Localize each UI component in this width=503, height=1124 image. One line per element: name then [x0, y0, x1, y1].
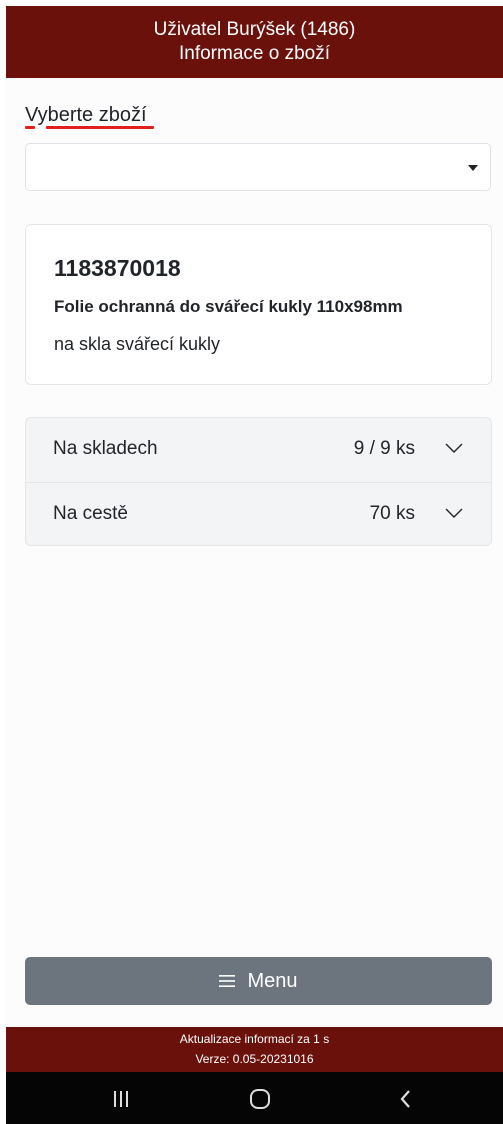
app-header: Uživatel Burýšek (1486) Informace o zbož…: [6, 6, 503, 78]
product-select[interactable]: [25, 143, 491, 191]
spellcheck-underline: [46, 126, 154, 129]
hamburger-icon: [219, 975, 236, 987]
product-card: 1183870018 Folie ochranná do svářecí kuk…: [25, 224, 492, 385]
accordion-label: Na cestě: [53, 503, 128, 524]
menu-button[interactable]: Menu: [25, 957, 492, 1005]
recents-icon[interactable]: [109, 1088, 133, 1110]
stock-accordion: Na skladech 9 / 9 ks Na cestě 70 ks: [25, 417, 492, 546]
app-version: Verze: 0.05-20231016: [195, 1052, 314, 1066]
accordion-label: Na skladech: [53, 438, 158, 459]
back-icon[interactable]: [394, 1088, 418, 1110]
accordion-value: 70 ks: [369, 503, 415, 524]
accordion-item-in-transit[interactable]: Na cestě 70 ks: [26, 483, 491, 545]
chevron-down-icon: [445, 508, 463, 518]
chevron-down-icon: [445, 443, 463, 453]
accordion-item-in-stock[interactable]: Na skladech 9 / 9 ks: [26, 418, 491, 483]
accordion-value: 9 / 9 ks: [353, 438, 415, 459]
header-user: Uživatel Burýšek (1486): [153, 19, 356, 40]
app-footer: Aktualizace informací za 1 s Verze: 0.05…: [6, 1027, 503, 1072]
home-icon[interactable]: [248, 1088, 272, 1110]
product-select-label: Vyberte zboží: [25, 104, 147, 126]
menu-button-label: Menu: [247, 969, 298, 992]
caret-down-icon: [468, 165, 478, 171]
spellcheck-underline: [25, 126, 35, 129]
system-nav-bar: [6, 1072, 503, 1124]
product-description: na skla svářecí kukly: [54, 334, 221, 354]
product-name: Folie ochranná do svářecí kukly 110x98mm: [54, 297, 403, 316]
update-status: Aktualizace informací za 1 s: [179, 1032, 330, 1046]
header-title: Informace o zboží: [178, 43, 331, 64]
app-screen: Uživatel Burýšek (1486) Informace o zbož…: [6, 6, 503, 1124]
product-code: 1183870018: [54, 255, 181, 281]
